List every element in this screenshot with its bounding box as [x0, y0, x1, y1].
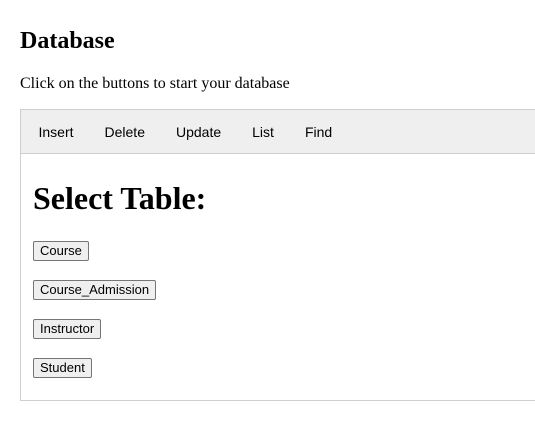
course-admission-button[interactable]: Course_Admission [33, 280, 157, 300]
course-button[interactable]: Course [33, 241, 89, 261]
tab-find[interactable]: Find [289, 110, 347, 154]
tab-bar: Insert Delete Update List Find [21, 110, 535, 154]
intro-text: Click on the buttons to start your datab… [20, 75, 290, 92]
student-button[interactable]: Student [33, 358, 92, 378]
database-panel: Insert Delete Update List Find Select Ta… [20, 109, 535, 401]
tab-delete[interactable]: Delete [89, 110, 160, 154]
page-title: Database [20, 28, 115, 54]
tab-update[interactable]: Update [160, 110, 236, 154]
select-table-heading: Select Table: [33, 180, 207, 216]
tab-list[interactable]: List [237, 110, 290, 154]
instructor-button[interactable]: Instructor [33, 319, 102, 339]
tab-insert[interactable]: Insert [23, 110, 89, 154]
